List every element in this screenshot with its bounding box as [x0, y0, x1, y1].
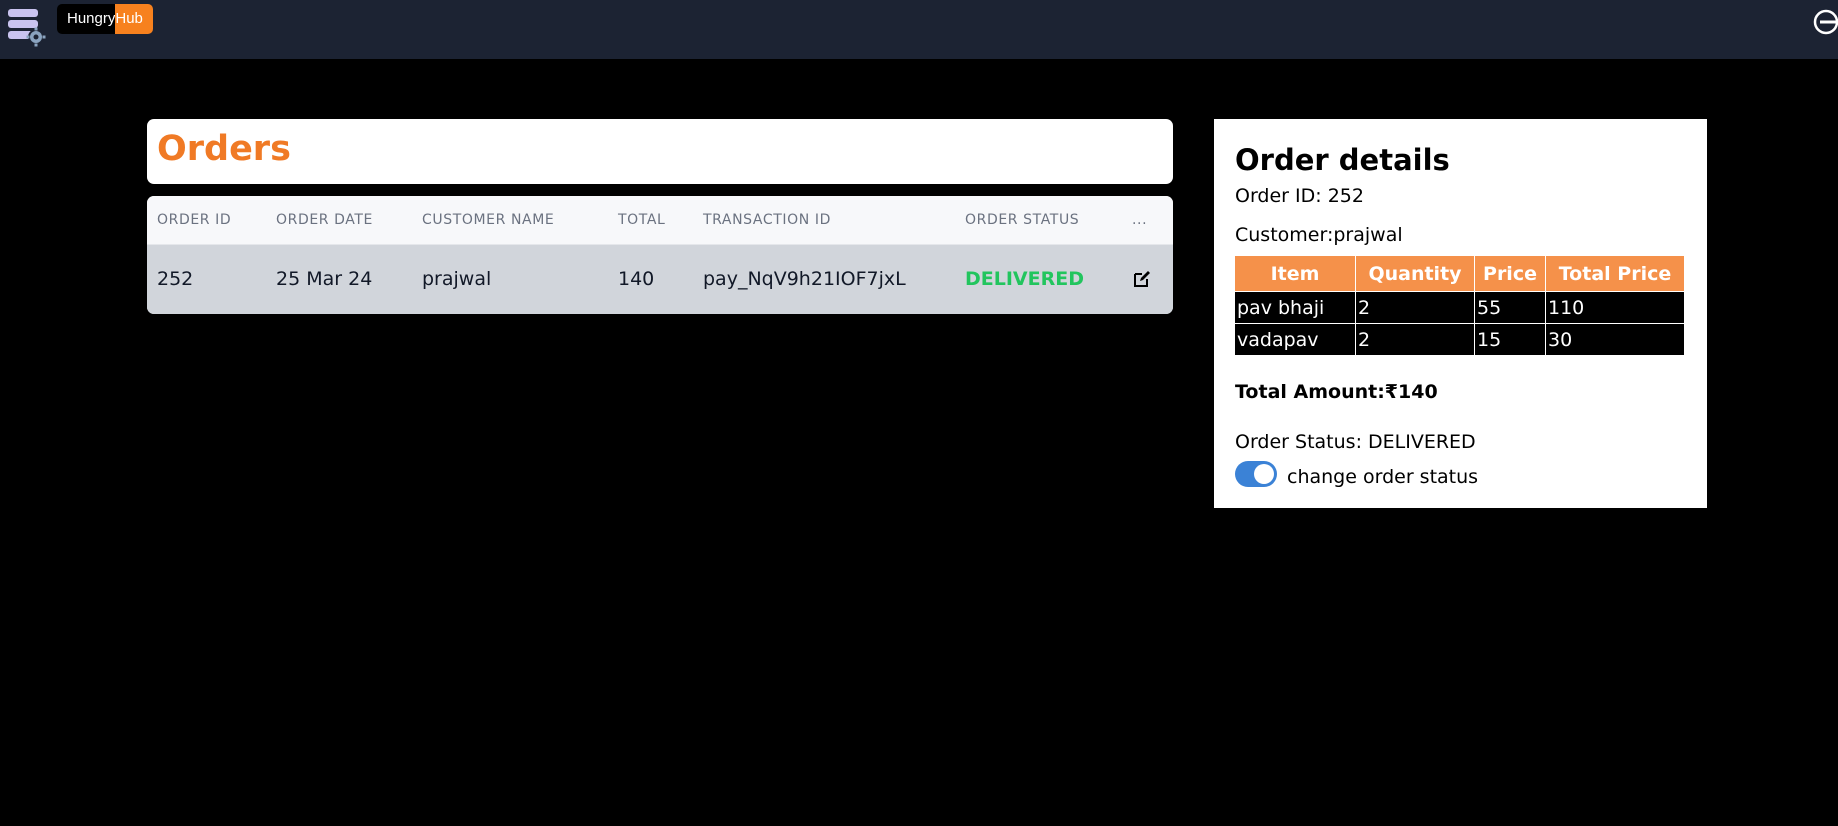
item-price: 15	[1474, 323, 1546, 356]
order-items-table: Item Quantity Price Total Price pav bhaj…	[1234, 255, 1685, 356]
item-name: vadapav	[1234, 323, 1356, 356]
item-total-price: 110	[1545, 291, 1685, 324]
item-row: pav bhaji 2 55 110	[1234, 291, 1685, 324]
details-total-amount: Total Amount:₹140	[1235, 381, 1438, 403]
table-row[interactable]: 252 25 Mar 24 prajwal 140 pay_NqV9h21IOF…	[147, 245, 1173, 314]
table-header: ORDER ID ORDER DATE CUSTOMER NAME TOTAL …	[147, 196, 1173, 245]
brand-part-1: Hungry	[57, 4, 116, 34]
top-navbar: Hungry Hub	[0, 0, 1838, 59]
item-name: pav bhaji	[1234, 291, 1356, 324]
cell-customer-name: prajwal	[422, 268, 492, 290]
column-header-actions: ...	[1132, 212, 1148, 228]
page-title: Orders	[157, 129, 291, 169]
details-order-id: Order ID: 252	[1235, 185, 1364, 207]
orders-table: ORDER ID ORDER DATE CUSTOMER NAME TOTAL …	[147, 196, 1173, 314]
item-quantity: 2	[1355, 291, 1475, 324]
toggle-knob	[1254, 464, 1274, 484]
column-header-customer-name: CUSTOMER NAME	[422, 212, 555, 228]
item-price: 55	[1474, 291, 1546, 324]
orders-header-card: Orders	[147, 119, 1173, 184]
cell-total: 140	[618, 268, 655, 290]
change-status-label: change order status	[1287, 466, 1479, 488]
brand-part-2: Hub	[115, 4, 153, 34]
items-column-total-price: Total Price	[1545, 255, 1685, 292]
items-column-item: Item	[1234, 255, 1356, 292]
column-header-transaction-id: TRANSACTION ID	[703, 212, 831, 228]
change-status-toggle[interactable]	[1235, 461, 1277, 487]
details-order-status: Order Status: DELIVERED	[1235, 431, 1476, 453]
column-header-order-id: ORDER ID	[157, 212, 232, 228]
item-row: vadapav 2 15 30	[1234, 323, 1685, 356]
column-header-total: TOTAL	[618, 212, 666, 228]
admin-settings-icon[interactable]	[6, 8, 46, 48]
details-customer: Customer:prajwal	[1235, 224, 1403, 246]
column-header-order-status: ORDER STATUS	[965, 212, 1080, 228]
cell-transaction-id: pay_NqV9h21IOF7jxL	[703, 268, 906, 290]
item-quantity: 2	[1355, 323, 1475, 356]
cell-order-id: 252	[157, 268, 194, 290]
edit-icon[interactable]	[1133, 270, 1151, 288]
order-details-panel: Order details Order ID: 252 Customer:pra…	[1214, 119, 1707, 508]
cell-order-date: 25 Mar 24	[276, 268, 373, 290]
brand-logo[interactable]: Hungry Hub	[57, 4, 153, 34]
details-title: Order details	[1235, 143, 1450, 177]
status-badge: DELIVERED	[965, 268, 1084, 290]
item-total-price: 30	[1545, 323, 1685, 356]
logout-icon[interactable]	[1812, 8, 1838, 38]
items-column-quantity: Quantity	[1355, 255, 1475, 292]
items-column-price: Price	[1474, 255, 1546, 292]
items-header-row: Item Quantity Price Total Price	[1234, 255, 1685, 292]
column-header-order-date: ORDER DATE	[276, 212, 373, 228]
